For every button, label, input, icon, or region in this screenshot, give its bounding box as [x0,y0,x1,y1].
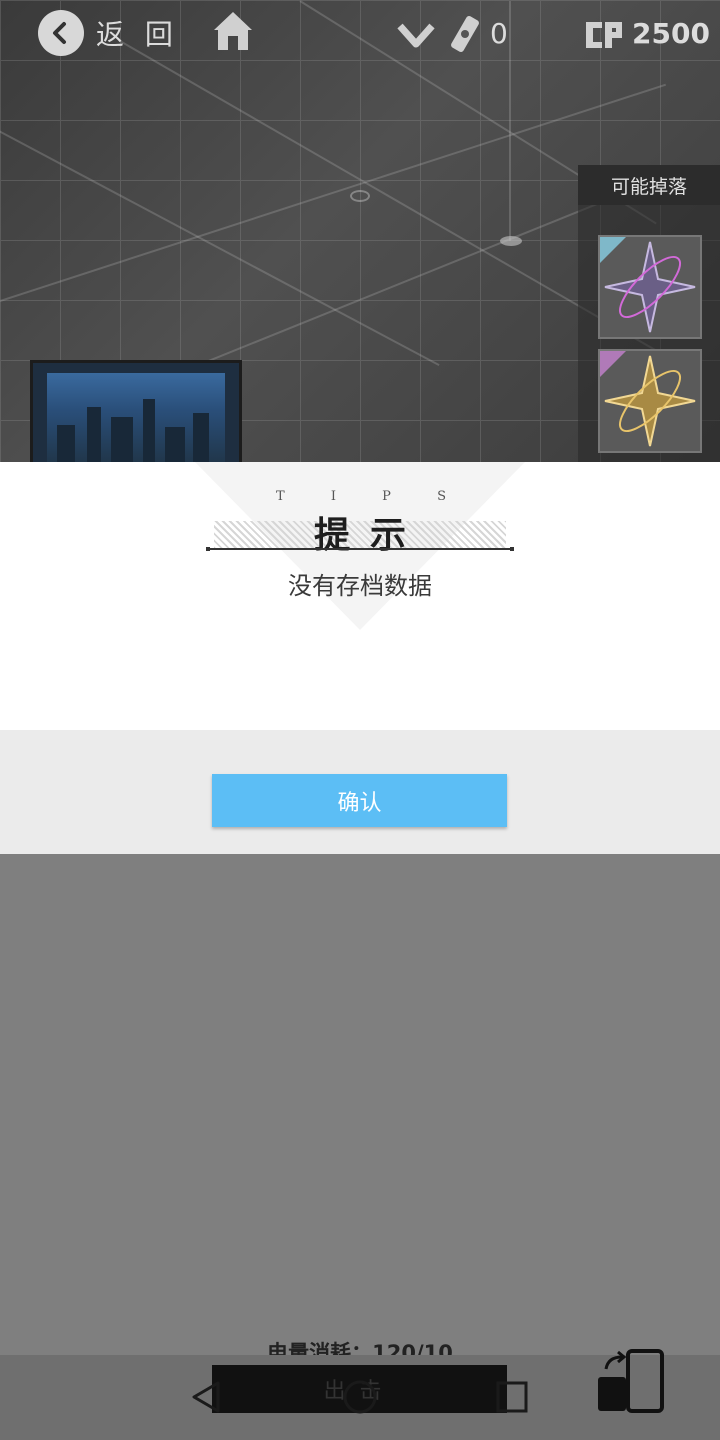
drop-item[interactable] [598,349,702,453]
possible-drops-panel: 可能掉落 [578,165,720,462]
nav-recents-icon[interactable] [495,1380,529,1418]
nav-home-icon[interactable] [342,1379,378,1419]
scene-node [500,236,522,246]
rarity-corner [600,237,626,263]
tips-letter: P [382,489,391,504]
building [57,425,75,462]
building [193,413,209,462]
stage-preview-image [30,360,242,462]
back-button[interactable]: 返 回 [38,10,179,56]
home-icon[interactable] [210,8,256,54]
dialog-action-bar: 确认 [0,730,720,854]
dialog-title: 提示 [313,514,426,556]
rotate-screen-icon[interactable] [596,1349,666,1419]
city-skyline-image [47,373,225,462]
top-bar: 返 回 0 2500 [0,0,720,70]
building [111,417,133,462]
building [165,427,185,462]
dialog-message: 没有存档数据 [288,572,432,600]
ticket-count: 0 [490,17,508,50]
tips-letters: T I P S [276,489,446,504]
title-underline [208,548,512,550]
title-dot [206,547,210,551]
nav-back-icon[interactable] [188,1379,224,1419]
confirm-button[interactable]: 确认 [212,774,507,827]
drops-header: 可能掉落 [578,165,720,205]
title-dot [510,547,514,551]
ticket-icon [448,14,482,54]
drop-item[interactable] [598,235,702,339]
chevron-down-icon[interactable] [396,18,436,52]
rarity-corner [600,351,626,377]
cp-value: 2500 [632,17,710,50]
scene-node [350,190,370,202]
tips-letter: T [276,489,285,504]
building [87,407,101,462]
tips-letter: I [330,489,336,504]
building [143,399,155,462]
cp-icon [584,20,626,50]
tips-dialog: T I P S 提示 没有存档数据 [0,462,720,730]
back-arrow-icon [38,10,84,56]
system-nav-bar: 出击 [0,1349,720,1440]
tips-letter: S [437,489,446,504]
back-label: 返 回 [96,18,179,51]
